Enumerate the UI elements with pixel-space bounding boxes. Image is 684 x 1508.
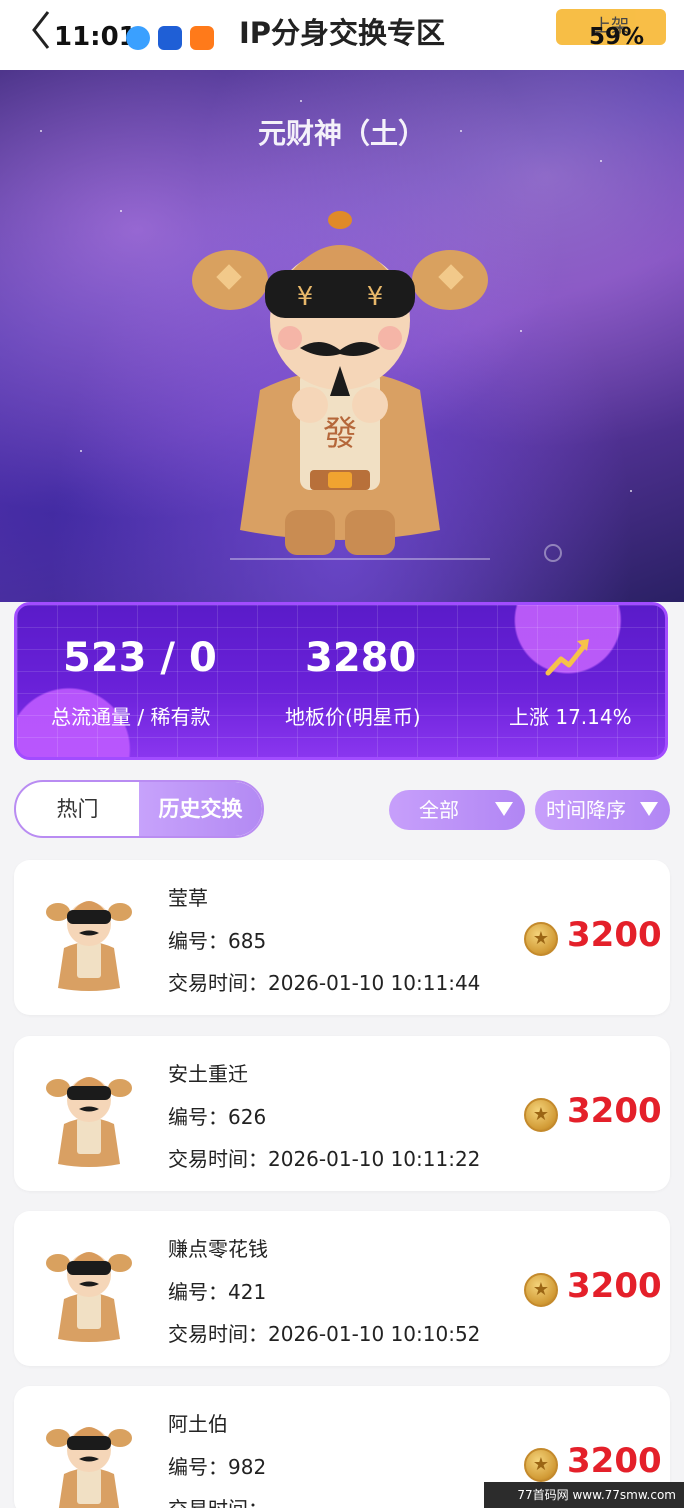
tab-hot[interactable]: 热门	[16, 782, 139, 836]
sort-filter[interactable]: 时间降序	[535, 790, 670, 830]
trade-price: 3200	[567, 915, 662, 955]
trade-time: 交易时间：2026-01-10 10:11:22	[168, 1147, 481, 1171]
trade-price: 3200	[567, 1441, 662, 1481]
product-thumbnail	[44, 878, 134, 996]
trade-time: 交易时间：	[168, 1493, 268, 1508]
tab-history[interactable]: 历史交换	[139, 782, 262, 836]
chevron-down-icon	[495, 802, 513, 816]
floor-price-value: 3280	[305, 635, 417, 681]
tab-bar: 热门 历史交换	[14, 780, 264, 838]
chevron-down-icon	[640, 802, 658, 816]
trade-card[interactable]: 安土重迁编号：626 交易时间：2026-01-10 10:11:22 3200	[14, 1036, 670, 1191]
buyer-name: 赚点零花钱	[168, 1237, 268, 1261]
price-change-label: 上涨 17.14%	[509, 705, 632, 729]
coin-icon	[524, 1098, 558, 1132]
trend-up-icon	[545, 639, 589, 676]
total-rare-value: 523 / 0	[63, 635, 217, 681]
product-name: 元财神（土）	[257, 117, 426, 150]
buyer-name: 莹草	[168, 886, 208, 910]
product-thumbnail	[44, 1054, 134, 1172]
trade-time: 交易时间：2026-01-10 10:10:52	[168, 1322, 481, 1346]
item-number: 编号：421	[168, 1280, 267, 1304]
buyer-name: 阿土伯	[168, 1412, 228, 1436]
watermark: 77首码网 www.77smw.com	[484, 1482, 684, 1508]
top-bar: 11:01 IP分身交换专区 上架 59%	[0, 0, 684, 70]
product-thumbnail	[44, 1229, 134, 1347]
stats-card: 523 / 0 总流通量 / 稀有款 3280 地板价(明星币) 上涨 17.1…	[14, 602, 668, 760]
coin-icon	[524, 1448, 558, 1482]
coin-icon	[524, 922, 558, 956]
grid-decoration	[17, 605, 665, 757]
trade-price: 3200	[567, 1091, 662, 1131]
item-number: 编号：626	[168, 1105, 267, 1129]
category-filter[interactable]: 全部	[389, 790, 525, 830]
product-thumbnail	[44, 1404, 134, 1508]
total-rare-label: 总流通量 / 稀有款	[51, 705, 211, 729]
trade-card[interactable]: 莹草编号：685 交易时间：2026-01-10 10:11:44 3200	[14, 860, 670, 1015]
caishen-figure-image: 發 ¥ ¥	[192, 211, 488, 555]
item-number: 编号：685	[168, 929, 267, 953]
buyer-name: 安土重迁	[168, 1062, 248, 1086]
category-filter-label: 全部	[419, 798, 459, 822]
floor-price-label: 地板价(明星币)	[285, 705, 421, 729]
item-number: 编号：982	[168, 1455, 267, 1479]
battery-level: 59%	[588, 24, 644, 50]
coin-icon	[524, 1273, 558, 1307]
trade-time: 交易时间：2026-01-10 10:11:44	[168, 971, 481, 995]
svg-text:¥: ¥	[297, 282, 314, 312]
trade-price: 3200	[567, 1266, 662, 1306]
hero-divider	[230, 558, 490, 560]
hero-banner: 元财神（土） 發 ¥ ¥	[0, 70, 684, 602]
sort-filter-label: 时间降序	[546, 798, 626, 822]
trade-card[interactable]: 赚点零花钱编号：421 交易时间：2026-01-10 10:10:52 3200	[14, 1211, 670, 1366]
svg-text:發: 發	[323, 414, 357, 454]
svg-text:¥: ¥	[367, 282, 384, 312]
bubble-decoration	[544, 544, 562, 562]
